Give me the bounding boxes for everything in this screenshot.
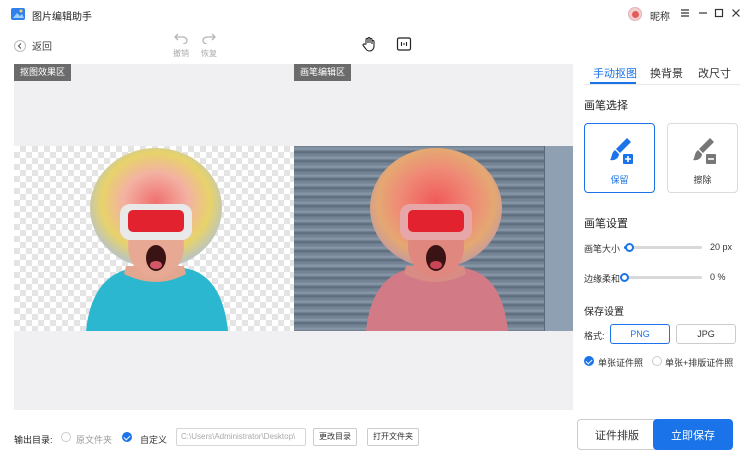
- brush-select-title: 画笔选择: [584, 100, 628, 112]
- back-label: 返回: [32, 42, 52, 53]
- single-id-photo-label: 单张证件照: [598, 358, 644, 368]
- close-button[interactable]: [728, 5, 744, 21]
- brush-size-slider[interactable]: [624, 243, 702, 252]
- undo-label: 撤销: [173, 49, 189, 58]
- brush-size-thumb[interactable]: [625, 243, 635, 252]
- brush-keep-button[interactable]: 保留: [584, 123, 655, 193]
- original-photo-image: [366, 148, 508, 331]
- brush-erase-button[interactable]: 擦除: [667, 123, 738, 193]
- cutout-subject-image: [86, 148, 228, 331]
- edge-soft-value: 0 %: [710, 272, 726, 282]
- original-folder-radio[interactable]: [61, 432, 71, 442]
- avatar-icon: [631, 10, 639, 18]
- format-label: 格式:: [584, 331, 605, 341]
- maximize-icon: [714, 8, 724, 18]
- app-title: 图片编辑助手: [32, 12, 92, 23]
- edge-soft-thumb[interactable]: [620, 273, 629, 282]
- undo-icon: [174, 33, 188, 45]
- back-button[interactable]: 返回: [14, 38, 52, 53]
- hand-pan-icon[interactable]: [361, 36, 377, 52]
- brush-keep-label: 保留: [610, 175, 629, 185]
- cutout-preview: [14, 146, 294, 331]
- title-bar: 图片编辑助手 昵称: [0, 0, 750, 28]
- fit-screen-icon[interactable]: [396, 36, 412, 52]
- format-png-button[interactable]: PNG: [610, 324, 670, 344]
- tab-resize[interactable]: 改尺寸: [698, 65, 731, 81]
- undo-button[interactable]: 撤销: [166, 33, 196, 59]
- save-now-button[interactable]: 立即保存: [653, 419, 733, 450]
- nickname[interactable]: 昵称: [650, 8, 670, 23]
- brush-erase-label: 擦除: [693, 175, 712, 185]
- tab-manual-cutout[interactable]: 手动抠图: [593, 65, 637, 81]
- minimize-icon: [699, 12, 707, 14]
- brush-settings-title: 画笔设置: [584, 218, 628, 230]
- output-path-field[interactable]: C:\Users\Administrator\Desktop\: [176, 428, 306, 446]
- single-layout-label: 单张+排版证件照: [665, 358, 734, 368]
- app-logo-icon: [11, 8, 25, 20]
- save-settings-title: 保存设置: [584, 307, 624, 318]
- edge-soft-slider[interactable]: [620, 273, 702, 282]
- brush-erase-icon: [693, 138, 716, 164]
- cutout-area-label: 抠图效果区: [14, 64, 72, 81]
- brush-edit-image[interactable]: [294, 146, 573, 331]
- change-dir-button[interactable]: 更改目录: [313, 428, 357, 446]
- avatar[interactable]: [628, 7, 642, 21]
- redo-label: 恢复: [201, 49, 217, 58]
- tab-divider: [584, 84, 740, 85]
- output-dir-label: 输出目录:: [14, 435, 53, 445]
- menu-icon: [681, 9, 689, 17]
- menu-button[interactable]: [677, 5, 693, 21]
- close-icon: [732, 9, 740, 17]
- brush-size-value: 20 px: [710, 242, 733, 252]
- edge-soft-label: 边缘柔和: [584, 274, 621, 284]
- minimize-button[interactable]: [695, 5, 711, 21]
- single-layout-radio[interactable]: [652, 356, 662, 366]
- tab-change-background[interactable]: 换背景: [650, 65, 683, 81]
- open-folder-button[interactable]: 打开文件夹: [367, 428, 419, 446]
- back-arrow-icon: [14, 39, 26, 52]
- canvas-area: 抠图效果区 画笔编辑区: [14, 64, 573, 410]
- brush-keep-icon: [610, 138, 633, 164]
- original-folder-label: 原文件夹: [76, 435, 113, 445]
- single-id-photo-radio[interactable]: [584, 356, 594, 366]
- id-layout-button[interactable]: 证件排版: [577, 419, 657, 450]
- maximize-button[interactable]: [711, 5, 727, 21]
- format-jpg-button[interactable]: JPG: [676, 324, 736, 344]
- brush-area-label: 画笔编辑区: [294, 64, 352, 81]
- custom-folder-label: 自定义: [140, 435, 168, 445]
- redo-icon: [202, 33, 216, 45]
- redo-button[interactable]: 恢复: [194, 33, 224, 59]
- brush-size-label: 画笔大小: [584, 244, 621, 254]
- custom-folder-radio[interactable]: [122, 432, 132, 442]
